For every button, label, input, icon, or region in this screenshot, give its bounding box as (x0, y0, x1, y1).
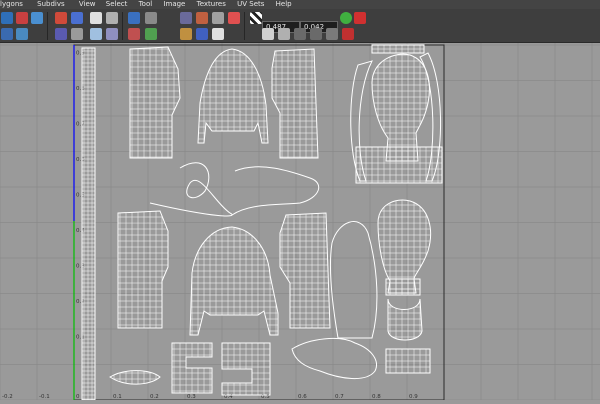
uv-shell-strip[interactable] (81, 47, 96, 401)
cut-icon[interactable] (145, 28, 157, 40)
x-tick-label: 0.1 (113, 394, 122, 400)
sew-icon[interactable] (128, 28, 140, 40)
grid-toggle-icon[interactable] (31, 12, 43, 24)
uv-canvas[interactable]: -0.2 -0.1 0 0.1 0.2 0.3 0.4 0.5 0.6 0.7 0.8 0.90.90… (0, 43, 600, 401)
paste-v-icon[interactable] (310, 28, 322, 40)
layout-icon[interactable] (106, 12, 118, 24)
red-channel-icon[interactable] (228, 12, 240, 24)
menu-uv-sets[interactable]: UV Sets (237, 0, 264, 9)
eye-icon[interactable] (354, 12, 366, 24)
uv-shell-bracket-right[interactable] (221, 342, 271, 396)
x-tick-label: 0 (76, 394, 80, 400)
flip-u-icon[interactable] (55, 12, 67, 24)
x-tick-label: 0.7 (335, 394, 344, 400)
x-tick-label: 0.6 (298, 394, 307, 400)
uv-shell-sole-strip[interactable] (371, 44, 425, 54)
uv-shell-sole-band[interactable] (355, 146, 443, 184)
uv-shell-front-left-top[interactable] (129, 46, 181, 159)
image-range-icon[interactable] (196, 12, 208, 24)
menu-image[interactable]: Image (163, 0, 185, 9)
uv-shell-bracket-left[interactable] (171, 342, 213, 394)
align-icon[interactable] (106, 28, 118, 40)
flip-v-icon[interactable] (71, 12, 83, 24)
rotate-icon[interactable] (90, 12, 102, 24)
texture-border-icon[interactable] (212, 28, 224, 40)
uv-shell-front-left-bottom[interactable] (117, 210, 169, 329)
camera-icon[interactable] (1, 28, 13, 40)
checker-icon[interactable] (180, 12, 192, 24)
paste-u-icon[interactable] (294, 28, 306, 40)
x-tick-label: 0.8 (372, 394, 381, 400)
x-tick-label: -0.2 (2, 394, 13, 400)
frame-icon[interactable] (16, 28, 28, 40)
pixel-snap-icon[interactable] (145, 12, 157, 24)
menu-view[interactable]: View (79, 0, 96, 9)
uv-toolbar: 0.487 0.042 (0, 9, 600, 43)
move-v-icon[interactable] (71, 28, 83, 40)
x-tick-label: 0.2 (150, 394, 159, 400)
menu-subdivs[interactable]: Subdivs (37, 0, 65, 9)
display-image-icon[interactable] (212, 12, 224, 24)
checker-pattern-icon[interactable] (250, 12, 262, 24)
cycle-uv-icon[interactable] (128, 12, 140, 24)
menu-tool[interactable]: Tool (139, 0, 153, 9)
cycle-icon[interactable] (326, 28, 338, 40)
menu-help[interactable]: Help (276, 0, 292, 9)
menu-polygons[interactable]: lygons (0, 0, 23, 9)
dim-image-icon[interactable] (180, 28, 192, 40)
uv-shell-bottom-patch[interactable] (385, 348, 431, 374)
menu-bar: lygons Subdivs View Select Tool Image Te… (0, 0, 600, 9)
move-u-icon[interactable] (55, 28, 67, 40)
refresh-icon[interactable] (340, 12, 352, 24)
x-tick-label: 0.9 (409, 394, 418, 400)
copy-uv-icon[interactable] (262, 28, 274, 40)
isolate-icon[interactable] (16, 12, 28, 24)
uv-snapshot-icon[interactable] (1, 12, 13, 24)
grid-snap-icon[interactable] (90, 28, 102, 40)
uv-texture-editor[interactable]: -0.2 -0.1 0 0.1 0.2 0.3 0.4 0.5 0.6 0.7 0.8 0.9 0.9 0… (0, 43, 600, 401)
x-tick-label: 0.3 (187, 394, 196, 400)
menu-textures[interactable]: Textures (197, 0, 226, 9)
delete-uv-icon[interactable] (342, 28, 354, 40)
x-tick-label: -0.1 (39, 394, 50, 400)
menu-select[interactable]: Select (106, 0, 128, 9)
paste-uv-icon[interactable] (278, 28, 290, 40)
shaded-icon[interactable] (196, 28, 208, 40)
uv-shell-sole-mid[interactable] (385, 278, 421, 296)
